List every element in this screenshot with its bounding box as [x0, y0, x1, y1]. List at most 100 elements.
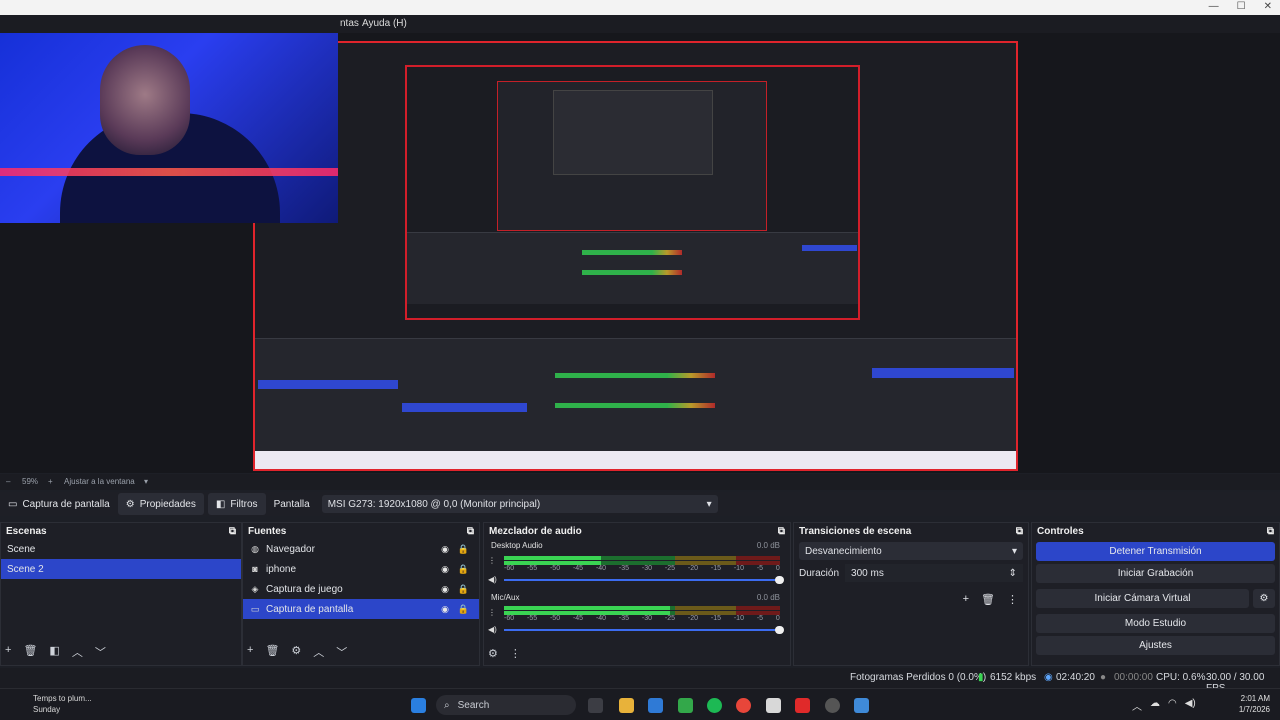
- add-icon[interactable]: +: [963, 593, 969, 606]
- maximize-icon[interactable]: ☐: [1237, 1, 1246, 12]
- chevron-up-icon[interactable]: ︿: [1132, 698, 1142, 713]
- volume-slider[interactable]: [504, 576, 784, 584]
- minecraft-icon[interactable]: [678, 698, 693, 713]
- zoom-out-icon[interactable]: –: [6, 477, 10, 486]
- trash-icon[interactable]: 🗑: [23, 644, 37, 660]
- properties-button[interactable]: ⚙ Propiedades: [117, 493, 204, 515]
- filters-button[interactable]: ◧ Filtros: [207, 493, 266, 515]
- close-icon[interactable]: ✕: [1264, 1, 1272, 12]
- speaker-icon[interactable]: ◀): [488, 575, 497, 584]
- lock-icon[interactable]: 🔒: [458, 564, 469, 575]
- weather-widget[interactable]: Temps to plum... Sunday: [18, 693, 92, 715]
- meter-tick-label: -30: [641, 565, 653, 572]
- spinner-icon[interactable]: ⇕: [1009, 568, 1017, 579]
- settings-button[interactable]: Ajustes: [1036, 636, 1275, 655]
- clock[interactable]: 2:01 AM 1/7/2026: [1239, 693, 1270, 715]
- obs-icon[interactable]: [825, 698, 840, 713]
- kebab-icon[interactable]: ⋮: [488, 556, 496, 565]
- speaker-icon[interactable]: ◀): [488, 625, 497, 634]
- wifi-icon[interactable]: ◠: [1168, 698, 1177, 713]
- eye-icon[interactable]: ◉: [441, 604, 449, 615]
- dropped-frames: Fotogramas Perdidos 0 (0.0%): [850, 672, 987, 683]
- gear-icon[interactable]: ⚙: [488, 647, 498, 660]
- undock-icon[interactable]: ⧉: [1267, 526, 1274, 537]
- start-virtual-camera-button[interactable]: Iniciar Cámara Virtual: [1036, 589, 1249, 608]
- cloud-icon[interactable]: ☁: [1150, 698, 1160, 713]
- kebab-icon[interactable]: ⋮: [1007, 593, 1018, 606]
- nested-capture-inner: [497, 81, 767, 231]
- sources-dock: Fuentes ⧉ ◍ Navegador ◉ 🔒 ◙ iphone ◉ 🔒 ◈…: [242, 522, 480, 666]
- volume-icon[interactable]: ◀): [1185, 698, 1196, 713]
- arrow-up-icon[interactable]: ︿: [72, 644, 83, 660]
- transition-select[interactable]: Desvanecimiento ▾: [799, 542, 1023, 560]
- slider-handle[interactable]: [775, 626, 784, 634]
- gear-icon[interactable]: ⚙: [291, 644, 301, 660]
- lock-icon[interactable]: 🔒: [458, 584, 469, 595]
- undock-icon[interactable]: ⧉: [1016, 526, 1023, 537]
- chevron-down-icon[interactable]: ▾: [144, 477, 148, 486]
- taskbar-search[interactable]: ⌕ Search: [436, 695, 576, 715]
- trash-icon[interactable]: 🗑: [981, 593, 995, 606]
- screen-select[interactable]: MSI G273: 1920x1080 @ 0,0 (Monitor princ…: [321, 495, 718, 513]
- eye-icon[interactable]: ◉: [441, 584, 449, 595]
- source-item[interactable]: ◈ Captura de juego ◉ 🔒: [243, 579, 479, 599]
- meter-tick-label: -10: [733, 565, 744, 572]
- source-label: Captura de juego: [266, 583, 343, 595]
- kebab-icon[interactable]: ⋮: [488, 608, 496, 617]
- duration-field[interactable]: 300 ms ⇕: [845, 564, 1023, 582]
- slider-handle[interactable]: [775, 576, 784, 584]
- photos-icon[interactable]: [854, 698, 869, 713]
- screen-capture-preview[interactable]: [253, 41, 1018, 471]
- scene-item[interactable]: Scene 2: [1, 559, 241, 579]
- lock-icon[interactable]: 🔒: [458, 604, 469, 615]
- arrow-up-icon[interactable]: ︿: [313, 644, 324, 660]
- menu-item-help[interactable]: Ayuda (H): [362, 18, 407, 29]
- webcam-source[interactable]: [0, 33, 338, 223]
- chrome-icon[interactable]: [736, 698, 751, 713]
- kebab-icon[interactable]: ⋮: [510, 647, 521, 660]
- file-explorer-icon[interactable]: [619, 698, 634, 713]
- task-view-icon[interactable]: [588, 698, 603, 713]
- eye-icon[interactable]: ◉: [441, 564, 449, 575]
- add-icon[interactable]: +: [247, 644, 253, 660]
- start-recording-button[interactable]: Iniciar Grabación: [1036, 564, 1275, 583]
- store-icon[interactable]: [648, 698, 663, 713]
- volume-slider[interactable]: [504, 626, 784, 634]
- filter-icon[interactable]: ◧: [49, 644, 59, 660]
- undock-icon[interactable]: ⧉: [778, 526, 785, 537]
- source-item[interactable]: ▭ Captura de pantalla ◉ 🔒: [243, 599, 479, 619]
- stop-streaming-button[interactable]: Detener Transmisión: [1036, 542, 1275, 561]
- clock-date: 1/7/2026: [1238, 705, 1270, 714]
- controls-dock: Controles ⧉ Detener Transmisión Iniciar …: [1031, 522, 1280, 666]
- windows-start-icon[interactable]: [411, 698, 426, 713]
- arrow-down-icon[interactable]: ﹀: [95, 644, 106, 660]
- minimize-icon[interactable]: —: [1209, 1, 1219, 12]
- add-icon[interactable]: +: [5, 644, 11, 660]
- zoom-fit-select[interactable]: Ajustar a la ventana: [64, 477, 135, 486]
- source-item[interactable]: ◍ Navegador ◉ 🔒: [243, 539, 479, 559]
- channel-name: Mic/Aux: [491, 593, 520, 602]
- volume-meter: [504, 606, 780, 610]
- camera-icon: ◙: [252, 564, 258, 574]
- spotify-icon[interactable]: [707, 698, 722, 713]
- capcut-icon[interactable]: [766, 698, 781, 713]
- eye-icon[interactable]: ◉: [441, 544, 449, 555]
- studio-mode-button[interactable]: Modo Estudio: [1036, 614, 1275, 633]
- meter-tick-label: -10: [733, 615, 744, 622]
- trash-icon[interactable]: 🗑: [265, 644, 279, 660]
- menu-item-tools[interactable]: ntas: [340, 18, 359, 29]
- source-item[interactable]: ◙ iphone ◉ 🔒: [243, 559, 479, 579]
- scene-item[interactable]: Scene: [1, 539, 241, 559]
- preview-canvas[interactable]: [0, 33, 1280, 473]
- gear-icon[interactable]: ⚙: [1253, 589, 1275, 608]
- undock-icon[interactable]: ⧉: [229, 526, 236, 537]
- lock-icon[interactable]: 🔒: [458, 544, 469, 555]
- inner-obs-docks: [255, 338, 1016, 453]
- undock-icon[interactable]: ⧉: [467, 526, 474, 537]
- source-name-label: Captura de pantalla: [22, 498, 110, 510]
- zoom-in-icon[interactable]: +: [48, 477, 53, 486]
- arrow-down-icon[interactable]: ﹀: [336, 644, 347, 660]
- channel-db: 0.0 dB: [756, 541, 780, 550]
- meter-tick-label: -50: [549, 615, 561, 622]
- record-app-icon[interactable]: [795, 698, 810, 713]
